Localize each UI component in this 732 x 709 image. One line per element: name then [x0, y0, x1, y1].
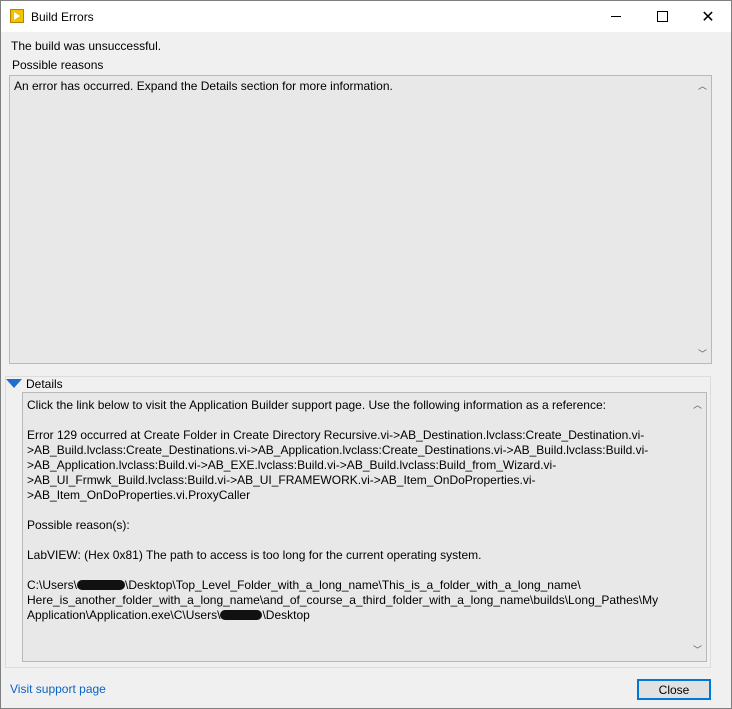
- details-line: [27, 413, 684, 428]
- details-line: >AB_Item_OnDoProperties.vi.ProxyCaller: [27, 488, 251, 502]
- reasons-textbox[interactable]: An error has occurred. Expand the Detail…: [9, 75, 712, 364]
- scroll-down-icon[interactable]: ﹀: [694, 345, 711, 362]
- details-line: Error 129 occurred at Create Folder in C…: [27, 428, 645, 442]
- path-segment: \Desktop\Top_Level_Folder_with_a_long_na…: [125, 578, 581, 592]
- reasons-text: An error has occurred. Expand the Detail…: [14, 79, 393, 93]
- details-path-line: Here_is_another_folder_with_a_long_name\…: [27, 593, 659, 607]
- details-line: Click the link below to visit the Applic…: [27, 398, 606, 412]
- minimize-icon: [611, 16, 621, 17]
- visit-support-link[interactable]: Visit support page: [10, 682, 106, 696]
- redacted-username: [77, 580, 126, 590]
- details-line: >AB_Build.lvclass:Create_Destinations.vi…: [27, 443, 649, 457]
- close-icon: ✕: [701, 6, 715, 26]
- reasons-scrollbar[interactable]: ︿ ﹀: [694, 76, 711, 363]
- maximize-icon: [656, 11, 668, 22]
- details-line: Possible reason(s):: [27, 518, 130, 532]
- details-path-line: C:\Users\ \Desktop\Top_Level_Folder_with_…: [27, 578, 684, 593]
- details-path-line: Application\Application.exe\C\Users\ \Des…: [27, 608, 684, 623]
- path-segment: Application\Application.exe\C\Users\: [27, 608, 221, 622]
- labview-icon: [10, 9, 24, 23]
- window-title: Build Errors: [31, 10, 94, 24]
- close-button[interactable]: Close: [637, 679, 711, 700]
- title-bar[interactable]: Build Errors ✕: [1, 1, 731, 32]
- details-label[interactable]: Details: [26, 377, 63, 391]
- details-textbox[interactable]: Click the link below to visit the Applic…: [22, 392, 707, 662]
- possible-reasons-label: Possible reasons: [12, 58, 104, 72]
- build-status-text: The build was unsuccessful.: [11, 39, 162, 53]
- details-line: LabVIEW: (Hex 0x81) The path to access i…: [27, 548, 482, 562]
- minimize-button[interactable]: [593, 1, 639, 32]
- scroll-up-icon[interactable]: ︿: [694, 77, 711, 94]
- path-segment: C:\Users\: [27, 578, 78, 592]
- details-line: >AB_Application.lvclass:Build.vi->AB_EXE…: [27, 458, 557, 472]
- details-line: [27, 563, 684, 578]
- maximize-button[interactable]: [639, 1, 685, 32]
- redacted-username: [220, 610, 263, 620]
- details-line: [27, 503, 684, 518]
- details-line: >AB_UI_Frmwk_Build.lvclass:Build.vi->AB_…: [27, 473, 536, 487]
- build-errors-window: Build Errors ✕ The build was unsuccessfu…: [0, 0, 732, 709]
- path-segment: \Desktop: [262, 608, 310, 622]
- scroll-down-icon[interactable]: ﹀: [689, 641, 706, 658]
- details-line: [27, 533, 684, 548]
- close-window-button[interactable]: ✕: [685, 1, 731, 32]
- details-text: Click the link below to visit the Applic…: [27, 398, 684, 623]
- expand-collapse-icon[interactable]: [6, 379, 22, 388]
- scroll-up-icon[interactable]: ︿: [689, 396, 706, 413]
- details-scrollbar[interactable]: ︿ ﹀: [689, 393, 706, 661]
